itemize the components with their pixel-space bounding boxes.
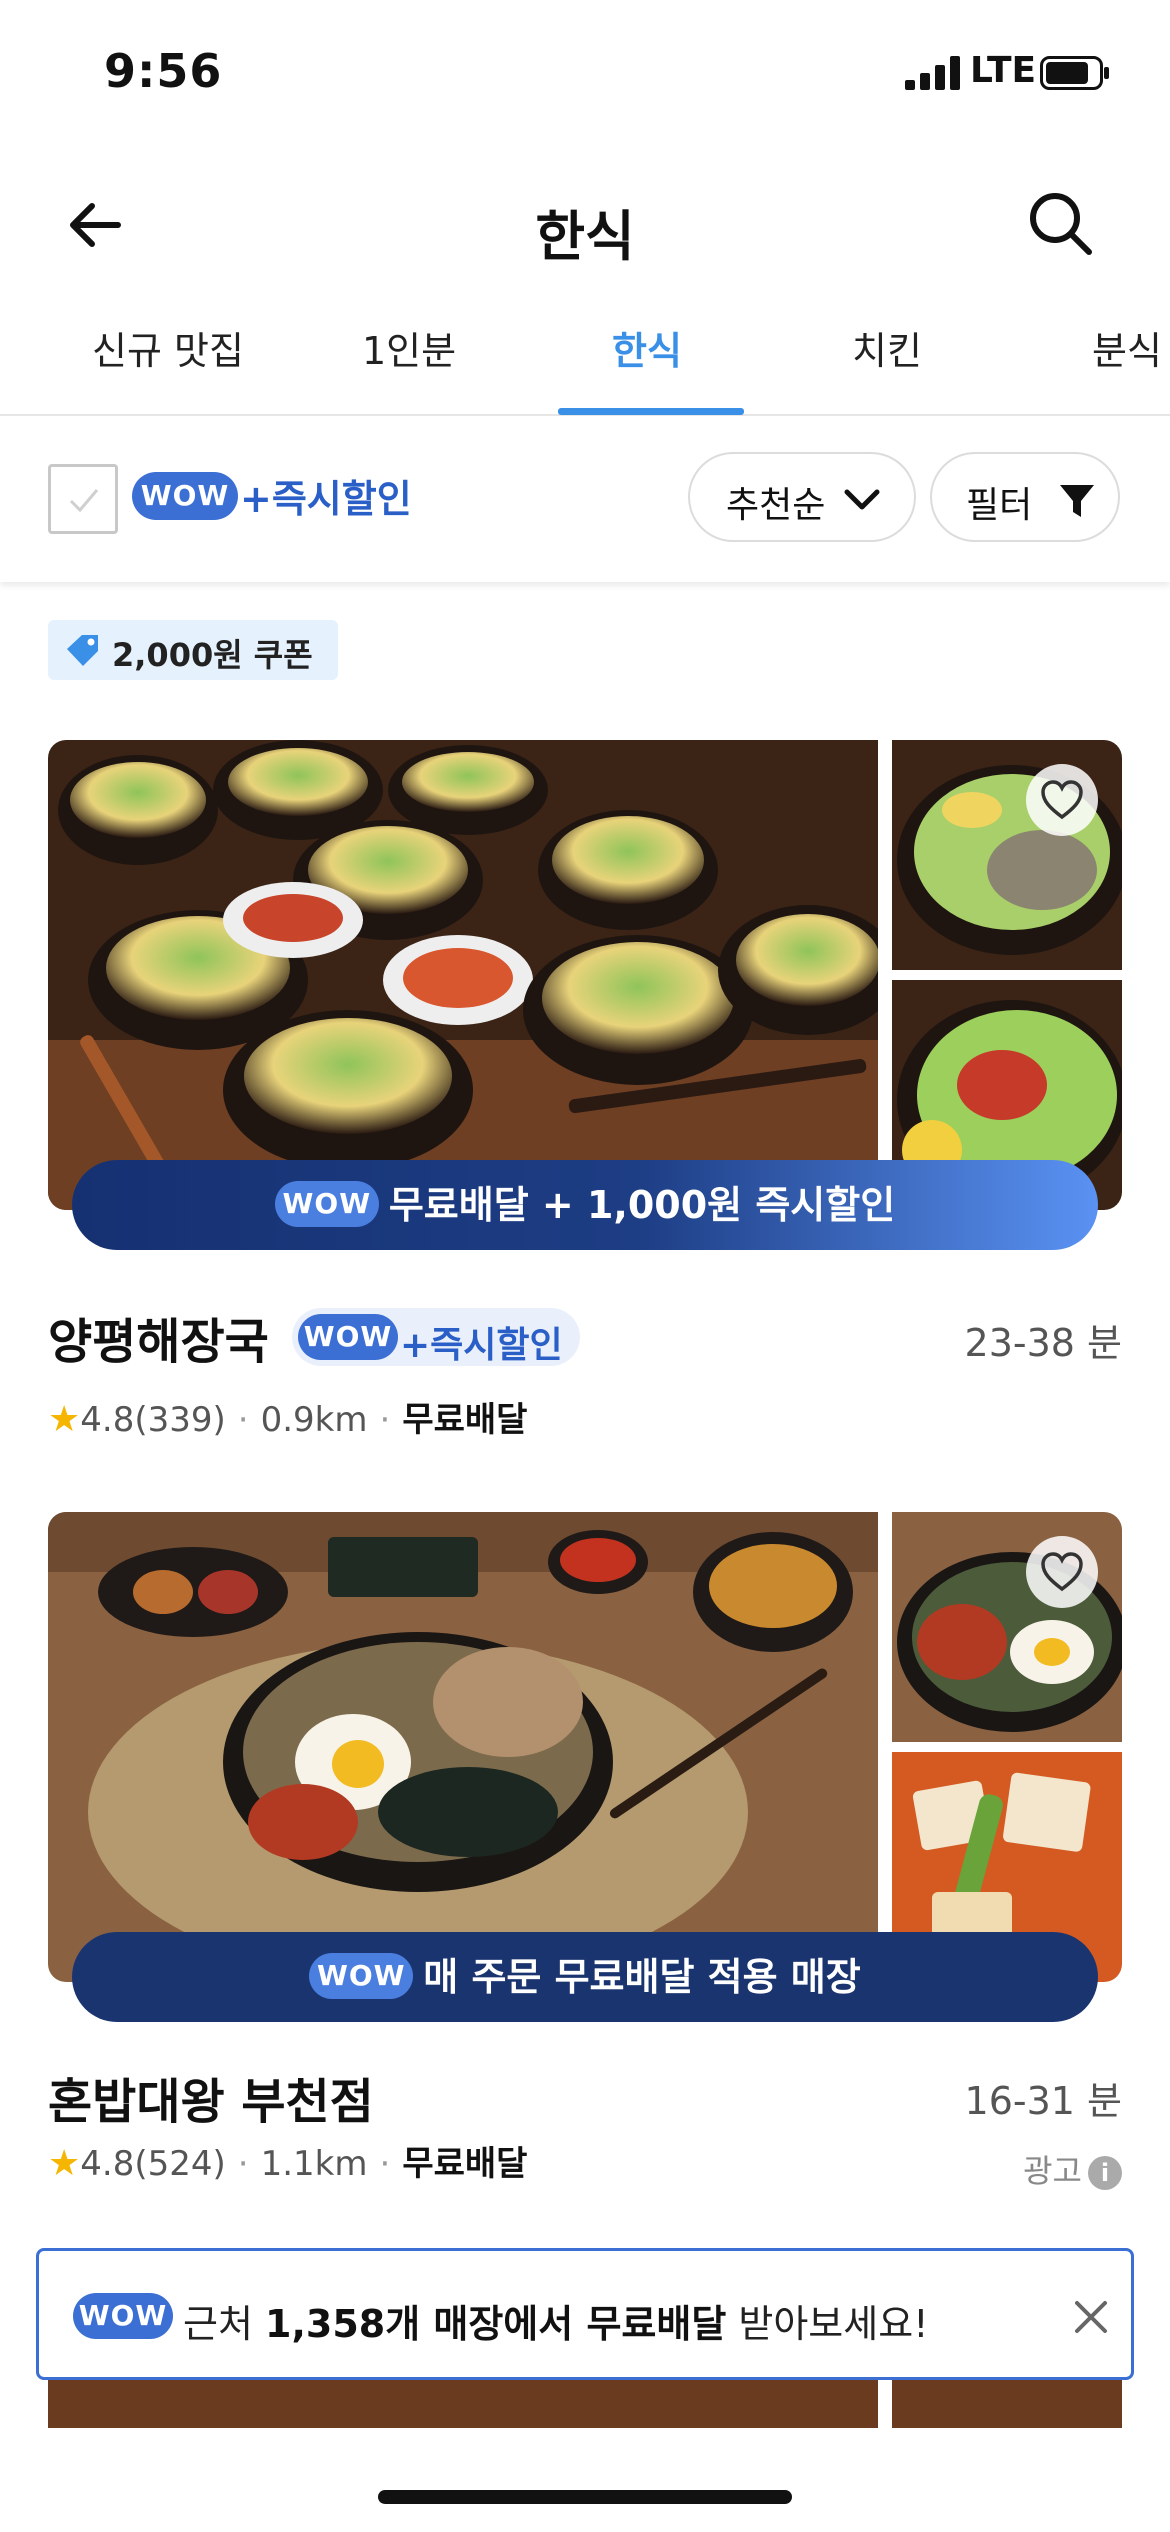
restaurant-name[interactable]: 혼밥대왕 부천점 <box>48 2062 374 2132</box>
check-icon <box>69 489 99 513</box>
coupon-badge: 2,000원 쿠폰 <box>48 620 338 680</box>
wow-discount-tag: WOW +즉시할인 <box>292 1308 580 1366</box>
category-tabs: 신규 맛집 1인분 한식 치킨 분식 <box>0 300 1170 416</box>
wow-badge: WOW <box>274 1180 379 1227</box>
filter-label: 필터 <box>966 485 1033 526</box>
restaurant-photo-main <box>48 1512 878 1982</box>
tab-new-restaurants[interactable]: 신규 맛집 <box>92 320 244 375</box>
delivery-fee: 무료배달 <box>402 1400 528 1440</box>
tab-snacks[interactable]: 분식 <box>1092 320 1162 375</box>
star-icon: ★ <box>48 1399 81 1440</box>
restaurant-meta: ★4.8(524) · 1.1km · 무료배달 <box>48 2143 528 2184</box>
ad-text: 광고 <box>1023 2152 1082 2190</box>
banner-text: 무료배달 + 1,000원 즉시할인 <box>388 1183 896 1227</box>
favorite-button[interactable] <box>1026 1536 1098 1608</box>
status-time: 9:56 <box>104 44 223 98</box>
search-button[interactable] <box>1025 188 1095 258</box>
star-icon: ★ <box>48 2143 81 2184</box>
chevron-down-icon <box>844 489 880 510</box>
wow-promo-banner[interactable]: WOW 근처 1,358개 매장에서 무료배달 받아보세요! <box>36 2248 1134 2380</box>
distance: 0.9km <box>260 1400 368 1440</box>
info-icon: i <box>1088 2156 1122 2190</box>
wow-badge: WOW <box>73 2293 173 2339</box>
next-card-photo <box>48 2380 878 2428</box>
close-button[interactable] <box>1069 2295 1113 2339</box>
tab-single-serving[interactable]: 1인분 <box>362 320 456 375</box>
funnel-icon <box>1060 485 1094 517</box>
active-tab-indicator <box>558 408 744 415</box>
delivery-time: 16-31 분 <box>964 2079 1122 2123</box>
review-count: (524) <box>134 2144 226 2184</box>
rating: 4.8 <box>80 1400 135 1440</box>
restaurant-photo-main <box>48 740 878 1210</box>
heart-icon <box>1041 780 1083 820</box>
rating: 4.8 <box>80 2144 135 2184</box>
discount-tag-label: +즉시할인 <box>400 1325 563 1366</box>
distance: 1.1km <box>260 2144 368 2184</box>
restaurant-card[interactable]: WOW 무료배달 + 1,000원 즉시할인 양평해장국 WOW +즉시할인 23… <box>48 740 1122 1440</box>
signal-icon <box>905 56 960 90</box>
wow-discount-checkbox[interactable] <box>48 464 118 534</box>
next-card-photo-side <box>892 2380 1122 2428</box>
promo-text: 근처 1,358개 매장에서 무료배달 받아보세요! <box>183 2302 929 2346</box>
wow-badge: WOW <box>309 1952 414 1999</box>
delivery-fee: 무료배달 <box>402 2144 528 2184</box>
delivery-time: 23-38 분 <box>964 1321 1122 1365</box>
wow-discount-label[interactable]: +즉시할인 <box>240 468 412 523</box>
tag-icon <box>67 635 98 666</box>
review-count: (339) <box>134 1400 226 1440</box>
page-title: 한식 <box>535 205 635 268</box>
wow-benefit-banner: WOW 매 주문 무료배달 적용 매장 <box>72 1932 1098 2022</box>
coupon-label: 2,000원 쿠폰 <box>112 636 313 674</box>
search-icon <box>1030 193 1092 255</box>
network-label: LTE <box>970 50 1037 91</box>
wow-benefit-banner: WOW 무료배달 + 1,000원 즉시할인 <box>72 1160 1098 1250</box>
status-bar: 9:56 LTE <box>0 0 1170 140</box>
battery-icon <box>1040 56 1109 90</box>
tab-korean[interactable]: 한식 <box>612 320 682 375</box>
top-nav: 한식 <box>0 150 1170 300</box>
heart-icon <box>1041 1552 1083 1592</box>
favorite-button[interactable] <box>1026 764 1098 836</box>
close-icon <box>1075 2301 1107 2333</box>
restaurant-name[interactable]: 양평해장국 <box>48 1302 269 1372</box>
wow-badge: WOW <box>132 472 238 520</box>
sort-label: 추천순 <box>726 485 826 526</box>
tab-chicken[interactable]: 치킨 <box>852 320 922 375</box>
restaurant-meta: ★4.8(339) · 0.9km · 무료배달 <box>48 1399 528 1440</box>
restaurant-card[interactable]: WOW 매 주문 무료배달 적용 매장 혼밥대왕 부천점 16-31 분 ★4.8… <box>48 1512 1122 2202</box>
banner-text: 매 주문 무료배달 적용 매장 <box>423 1955 861 1999</box>
sort-dropdown[interactable]: 추천순 <box>688 452 916 542</box>
filter-bar: WOW +즉시할인 추천순 필터 <box>0 418 1170 582</box>
wow-badge: WOW <box>298 1314 398 1360</box>
home-indicator[interactable] <box>378 2490 792 2504</box>
ad-label[interactable]: 광고 i <box>1023 2146 1122 2192</box>
filter-button[interactable]: 필터 <box>930 452 1120 542</box>
